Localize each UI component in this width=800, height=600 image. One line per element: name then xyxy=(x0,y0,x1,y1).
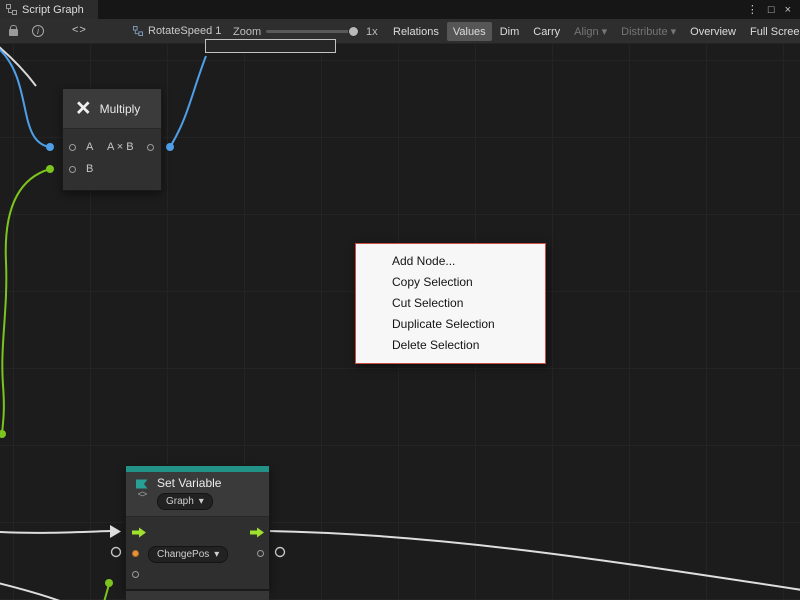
flow-output-arrow-icon[interactable] xyxy=(250,527,265,538)
input-port-b[interactable] xyxy=(69,166,76,173)
wire-green-left xyxy=(2,169,50,434)
port-b-label: B xyxy=(86,163,93,175)
graph-asset-icon xyxy=(133,26,143,36)
wire-dot-blue xyxy=(46,143,54,151)
align-label: Align xyxy=(574,26,598,38)
extra-input-port[interactable] xyxy=(132,571,139,578)
lock-icon[interactable] xyxy=(9,29,18,36)
chevron-down-icon: ▾ xyxy=(214,548,219,561)
chevron-down-icon: ▾ xyxy=(671,25,677,38)
menu-item-add-node[interactable]: Add Node... xyxy=(356,251,545,272)
chevron-down-icon: ▾ xyxy=(602,25,608,38)
window-close-icon[interactable]: × xyxy=(785,4,791,16)
multiply-node-title: Multiply xyxy=(100,102,141,116)
set-variable-header[interactable]: <> Set Variable Graph ▾ xyxy=(126,472,269,517)
multiply-node-body: A A × B B xyxy=(63,129,161,190)
context-menu: Add Node... Copy Selection Cut Selection… xyxy=(355,243,546,364)
window-maximize-icon[interactable]: □ xyxy=(768,4,775,16)
value-port-circle[interactable] xyxy=(276,548,285,557)
port-row-b: B xyxy=(63,159,161,181)
wire-white-flow-out xyxy=(268,531,800,590)
values-button[interactable]: Values xyxy=(447,22,492,41)
carry-button[interactable]: Carry xyxy=(527,22,566,41)
wire-blue-output xyxy=(170,56,206,147)
zoom-slider-thumb[interactable] xyxy=(348,26,359,37)
node-set-variable[interactable]: <> Set Variable Graph ▾ ChangePos ▾ xyxy=(125,465,270,590)
graph-breadcrumb[interactable]: RotateSpeed 1 xyxy=(133,25,221,37)
window-controls: ⋮ □ × xyxy=(747,0,800,19)
multiply-icon: × xyxy=(76,96,91,121)
edit-code-button[interactable]: <> xyxy=(72,24,87,36)
graph-toolbar: i <> RotateSpeed 1 Zoom 1x Relations Val… xyxy=(0,19,800,44)
zoom-slider[interactable] xyxy=(266,30,358,33)
menu-item-delete-selection[interactable]: Delete Selection xyxy=(356,335,545,356)
menu-item-cut-selection[interactable]: Cut Selection xyxy=(356,293,545,314)
wire-dot-green xyxy=(46,165,54,173)
set-variable-footer-box xyxy=(125,590,270,600)
wire-arrowhead xyxy=(110,525,121,538)
value-input-port[interactable] xyxy=(132,550,139,557)
wire-dot-green xyxy=(0,430,6,438)
variable-dropdown[interactable]: ChangePos ▾ xyxy=(148,546,228,563)
value-output-port[interactable] xyxy=(257,550,264,557)
chevron-down-icon: ▾ xyxy=(199,495,204,508)
info-icon[interactable]: i xyxy=(32,25,44,37)
distribute-label: Distribute xyxy=(621,26,667,38)
wire-dot-green xyxy=(105,579,113,587)
window-titlebar: Script Graph ⋮ □ × xyxy=(0,0,800,19)
node-multiply[interactable]: × Multiply A A × B B xyxy=(62,88,162,191)
distribute-dropdown[interactable]: Distribute ▾ xyxy=(615,22,682,41)
value-port-circle[interactable] xyxy=(112,548,121,557)
flow-input-arrow-icon[interactable] xyxy=(132,527,147,538)
wire-blue-input xyxy=(0,48,50,147)
set-variable-title: Set Variable xyxy=(157,476,221,490)
overview-button[interactable]: Overview xyxy=(684,22,742,41)
multiply-node-header[interactable]: × Multiply xyxy=(63,89,161,129)
variable-name-label: ChangePos xyxy=(157,548,209,561)
script-graph-icon xyxy=(6,4,17,15)
port-a-label: A xyxy=(86,141,93,153)
dim-button[interactable]: Dim xyxy=(494,22,526,41)
graph-breadcrumb-label: RotateSpeed 1 xyxy=(148,25,221,37)
wire-white-flow-in xyxy=(0,531,110,533)
window-menu-icon[interactable]: ⋮ xyxy=(747,3,758,16)
relations-button[interactable]: Relations xyxy=(387,22,445,41)
zoom-value: 1x xyxy=(366,26,378,38)
port-row-a: A A × B xyxy=(63,137,161,159)
wire-white-bottomleft xyxy=(0,583,68,600)
align-dropdown[interactable]: Align ▾ xyxy=(568,22,613,41)
set-variable-body: ChangePos ▾ xyxy=(126,517,269,589)
toolbar-buttons: Relations Values Dim Carry Align ▾ Distr… xyxy=(387,22,800,41)
scope-dropdown[interactable]: Graph ▾ xyxy=(157,493,213,510)
fullscreen-button[interactable]: Full Screen xyxy=(744,22,800,41)
zoom-label: Zoom xyxy=(233,26,261,38)
menu-item-duplicate-selection[interactable]: Duplicate Selection xyxy=(356,314,545,335)
scope-label: Graph xyxy=(166,495,194,508)
output-port-result[interactable] xyxy=(147,144,154,151)
menu-item-copy-selection[interactable]: Copy Selection xyxy=(356,272,545,293)
tab-label: Script Graph xyxy=(22,4,84,16)
input-port-a[interactable] xyxy=(69,144,76,151)
wire-dot-blue xyxy=(166,143,174,151)
code-glyph: <> xyxy=(138,490,147,499)
clipped-node-box[interactable] xyxy=(205,39,336,53)
set-variable-icon: <> xyxy=(134,476,150,510)
tab-script-graph[interactable]: Script Graph xyxy=(0,0,98,19)
port-result-label: A × B xyxy=(107,141,134,153)
